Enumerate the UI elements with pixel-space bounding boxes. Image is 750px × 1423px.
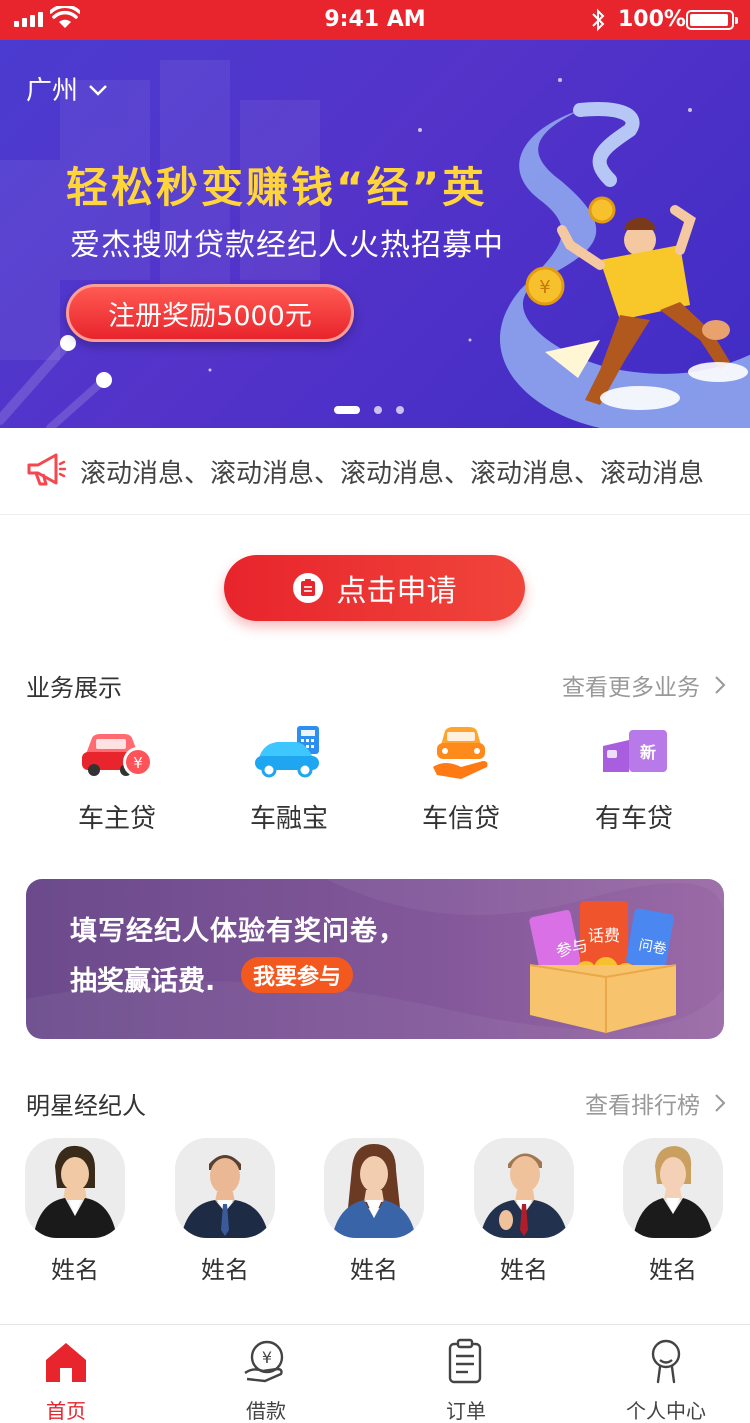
tab-label: 首页: [46, 1399, 86, 1423]
city-selector[interactable]: 广州: [26, 70, 108, 107]
carousel-dot: [374, 406, 382, 414]
agent-card[interactable]: 姓名: [173, 1138, 277, 1285]
clipboard-icon: [292, 573, 323, 603]
bluetooth-icon: [592, 8, 605, 32]
service-label: 车主贷: [77, 804, 156, 834]
agents-title: 明星经纪人: [26, 1092, 146, 1120]
battery-percent: 100%: [618, 7, 686, 32]
services-grid: ¥ 车主贷 车融宝 车信贷 新 有车贷: [0, 720, 750, 840]
profile-icon: [651, 1339, 681, 1384]
more-services-link[interactable]: 查看更多业务: [562, 668, 726, 702]
agent-name: 姓名: [51, 1256, 99, 1284]
service-car-finance[interactable]: 车融宝: [214, 720, 364, 835]
agent-card[interactable]: 姓名: [322, 1138, 426, 1285]
avatar: [324, 1138, 424, 1238]
service-car-credit-loan[interactable]: 车信贷: [386, 720, 536, 835]
promo-banner[interactable]: ¥ 广州 轻松秒变赚钱“经”英 爱杰搜财贷款经纪人火热招募中 注册奖励5000元: [0, 40, 750, 428]
survey-line2: 抽奖赢话费.: [70, 966, 216, 997]
carousel-dot-active: [334, 406, 360, 414]
services-title: 业务展示: [26, 674, 122, 702]
chevron-right-icon: [715, 1094, 726, 1112]
gift-box-icon: 参与 话费 问卷: [529, 901, 677, 1033]
tab-label: 订单: [446, 1399, 486, 1423]
order-icon: [448, 1338, 482, 1384]
svg-text:¥: ¥: [539, 277, 550, 298]
svg-text:¥: ¥: [133, 754, 143, 772]
agent-name: 姓名: [500, 1256, 548, 1284]
survey-line1: 填写经纪人体验有奖问卷，: [70, 916, 406, 947]
more-services-label: 查看更多业务: [562, 675, 700, 701]
car-hand-icon: [433, 727, 488, 779]
apply-button-label: 点击申请: [336, 574, 457, 609]
tab-home[interactable]: 首页: [6, 1337, 126, 1423]
new-car-icon: 新: [603, 730, 667, 772]
loan-icon: ¥: [244, 1340, 284, 1383]
avatar: [474, 1138, 574, 1238]
notice-text: 滚动消息、滚动消息、滚动消息、滚动消息、滚动消息: [80, 459, 705, 489]
avatar: [25, 1138, 125, 1238]
banner-subtitle: 爱杰搜财贷款经纪人火热招募中: [70, 228, 504, 263]
agent-name: 姓名: [201, 1256, 249, 1284]
carousel-indicator: [334, 406, 404, 414]
service-label: 车融宝: [249, 804, 328, 834]
banner-title: 轻松秒变赚钱“经”英: [66, 163, 488, 212]
chevron-down-icon: [89, 84, 107, 96]
chevron-right-icon: [715, 676, 726, 694]
ranking-link[interactable]: 查看排行榜: [585, 1086, 726, 1120]
tab-orders[interactable]: 订单: [406, 1337, 526, 1423]
service-label: 有车贷: [594, 804, 673, 834]
svg-text:新: 新: [640, 743, 656, 762]
avatar: [623, 1138, 723, 1238]
join-survey-button[interactable]: 我要参与: [241, 957, 354, 993]
carousel-dot: [396, 406, 404, 414]
agent-name: 姓名: [350, 1256, 398, 1284]
svg-text:¥: ¥: [262, 1348, 272, 1367]
bottom-tab-bar: 首页 ¥ 借款 订单 个人中心: [0, 1324, 750, 1423]
home-icon: [46, 1343, 86, 1382]
car-calculator-icon: [255, 726, 319, 778]
apply-button[interactable]: 点击申请: [224, 555, 525, 621]
status-bar: 9:41 AM 100%: [0, 0, 750, 40]
service-label: 车信贷: [421, 804, 500, 834]
agent-name: 姓名: [649, 1256, 697, 1284]
agent-card[interactable]: 姓名: [621, 1138, 725, 1285]
tab-profile[interactable]: 个人中心: [606, 1337, 726, 1423]
service-have-car-loan[interactable]: 新 有车贷: [559, 720, 709, 835]
ticket-phone-credit: 话费: [588, 926, 620, 945]
car-yuan-icon: ¥: [82, 734, 153, 777]
megaphone-icon: [27, 453, 66, 486]
battery-icon: [686, 10, 738, 30]
ranking-label: 查看排行榜: [585, 1093, 700, 1119]
avatar: [175, 1138, 275, 1238]
tab-label: 借款: [246, 1399, 286, 1423]
register-reward-button[interactable]: 注册奖励5000元: [66, 284, 354, 342]
agents-header: 明星经纪人 查看排行榜: [26, 1086, 726, 1120]
survey-banner[interactable]: 填写经纪人体验有奖问卷， 抽奖赢话费. 我要参与 参与 话费 问卷: [26, 879, 724, 1039]
agent-card[interactable]: 姓名: [23, 1138, 127, 1285]
service-car-owner-loan[interactable]: ¥ 车主贷: [42, 720, 192, 835]
tab-loan[interactable]: ¥ 借款: [206, 1337, 326, 1423]
scrolling-notice[interactable]: 滚动消息、滚动消息、滚动消息、滚动消息、滚动消息: [0, 428, 750, 515]
services-header: 业务展示 查看更多业务: [26, 668, 726, 702]
tab-label: 个人中心: [626, 1399, 706, 1423]
city-name: 广州: [26, 76, 79, 106]
agent-card[interactable]: 姓名: [472, 1138, 576, 1285]
